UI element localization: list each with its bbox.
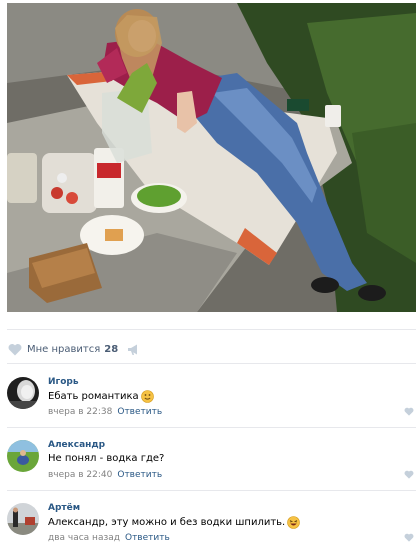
comment-item: Александр Не понял - водка где? вчера в … [7, 436, 416, 492]
post-photo-image [7, 3, 416, 312]
likes-count[interactable]: 28 [104, 344, 118, 355]
reply-button[interactable]: Ответить [117, 470, 162, 480]
comment-text: Ебать романтика [48, 391, 139, 402]
comment-like-icon[interactable] [404, 533, 414, 542]
comment-item: Игорь Ебать романтика вчера в 22:38 Ответ… [7, 373, 416, 429]
comment-author[interactable]: Александр [48, 440, 105, 450]
divider [7, 363, 416, 364]
comment-item: Артём Александр, эту можно и без водки ш… [7, 499, 416, 551]
comment-author[interactable]: Игорь [48, 377, 79, 387]
megaphone-icon[interactable] [127, 343, 141, 356]
comment-time[interactable]: вчера в 22:38 [48, 407, 112, 417]
grinning-emoji-icon [140, 390, 154, 403]
like-button[interactable]: Мне нравится [27, 344, 100, 355]
heart-icon[interactable] [8, 343, 22, 356]
comment-text-row: Ебать романтика [48, 390, 154, 403]
divider [7, 490, 416, 491]
avatar-image [7, 440, 39, 472]
divider [7, 427, 416, 428]
avatar[interactable] [7, 377, 39, 409]
comment-text: Александр, эту можно и без водки шпилить… [48, 517, 286, 528]
comment-time[interactable]: два часа назад [48, 533, 120, 543]
comment-meta: вчера в 22:38 Ответить [48, 407, 162, 417]
avatar-image [7, 503, 39, 535]
likes-bar: Мне нравится 28 [7, 338, 141, 360]
avatar-image [7, 377, 39, 409]
avatar[interactable] [7, 440, 39, 472]
avatar[interactable] [7, 503, 39, 535]
comment-like-icon[interactable] [404, 407, 414, 416]
reply-button[interactable]: Ответить [117, 407, 162, 417]
comment-like-icon[interactable] [404, 470, 414, 479]
comment-text-row: Не понял - водка где? [48, 453, 164, 464]
comment-time[interactable]: вчера в 22:40 [48, 470, 112, 480]
comment-author[interactable]: Артём [48, 503, 80, 513]
comment-text: Не понял - водка где? [48, 453, 165, 464]
comment-text-row: Александр, эту можно и без водки шпилить… [48, 516, 301, 529]
post-photo[interactable] [7, 3, 416, 312]
laughing-emoji-icon [287, 516, 301, 529]
comment-meta: два часа назад Ответить [48, 533, 170, 543]
reply-button[interactable]: Ответить [125, 533, 170, 543]
comment-meta: вчера в 22:40 Ответить [48, 470, 162, 480]
divider [7, 329, 416, 330]
